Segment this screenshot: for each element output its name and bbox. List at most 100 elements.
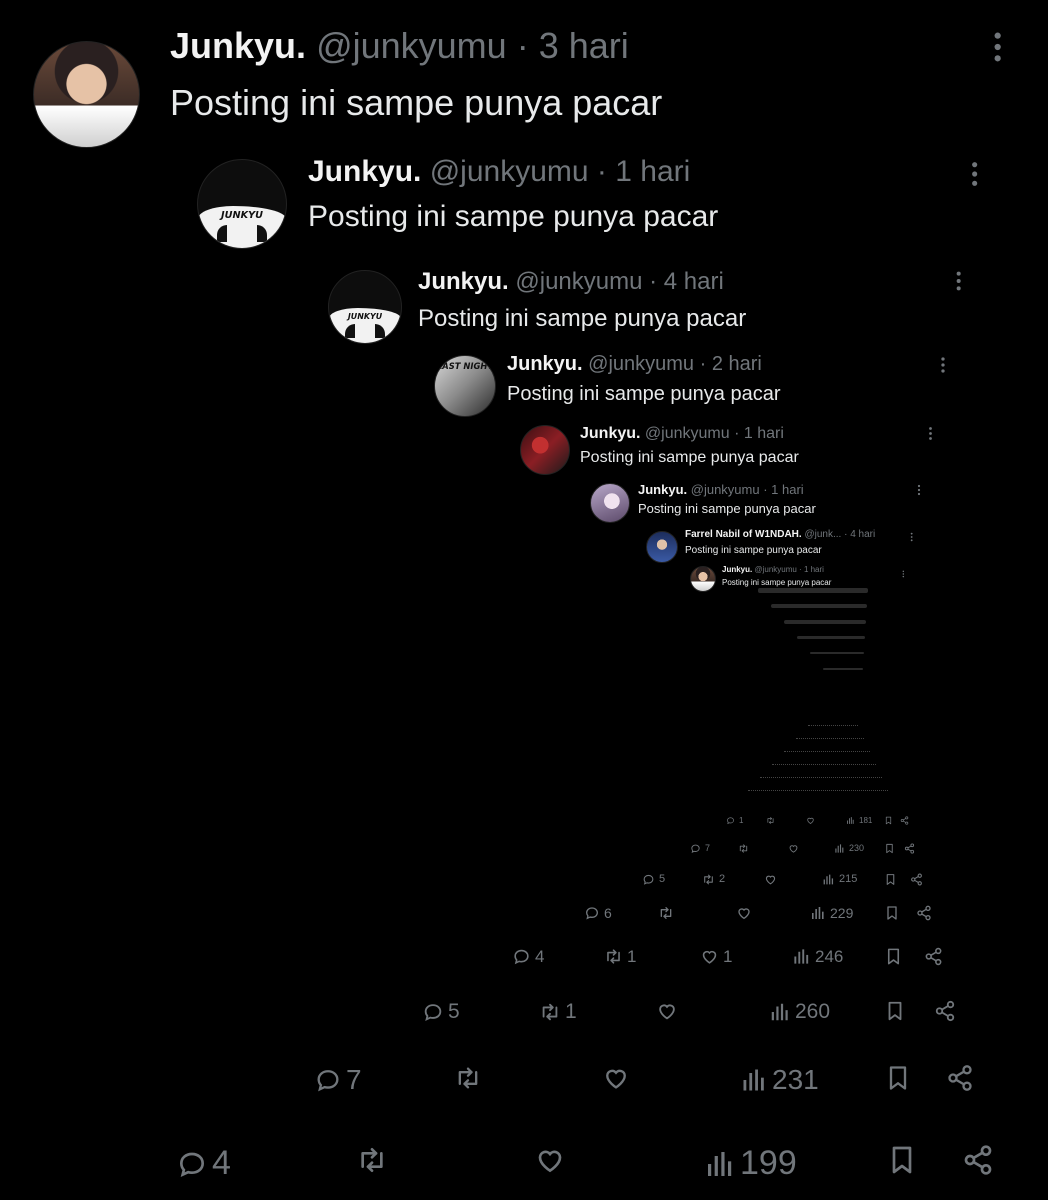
- author-name[interactable]: Junkyu.: [418, 268, 509, 295]
- share-button[interactable]: [920, 947, 943, 966]
- like-button[interactable]: [732, 905, 756, 921]
- more-icon[interactable]: [970, 160, 979, 188]
- share-button[interactable]: [930, 1000, 956, 1022]
- more-icon[interactable]: [955, 270, 962, 292]
- views-button[interactable]: 231: [736, 1064, 819, 1096]
- avatar[interactable]: [590, 483, 630, 523]
- views-button[interactable]: 215: [818, 873, 857, 886]
- post-time[interactable]: 1 hari: [804, 565, 824, 574]
- avatar[interactable]: LAST NIGHT: [434, 355, 496, 417]
- bookmark-button[interactable]: [880, 843, 895, 854]
- repost-button[interactable]: 1: [535, 1000, 577, 1024]
- bookmark-button[interactable]: [882, 1144, 918, 1176]
- author-handle[interactable]: @junkyumu: [316, 25, 507, 66]
- repost-button[interactable]: [734, 843, 753, 854]
- share-icon: [916, 905, 932, 921]
- more-icon[interactable]: [917, 483, 921, 496]
- repost-button[interactable]: [654, 905, 678, 921]
- author-name[interactable]: Junkyu.: [580, 425, 640, 442]
- more-icon[interactable]: [992, 30, 1003, 64]
- like-button[interactable]: [760, 873, 781, 886]
- repost-button[interactable]: [762, 816, 779, 825]
- more-icon[interactable]: [910, 529, 913, 542]
- reply-button[interactable]: 4: [508, 947, 544, 967]
- views-button[interactable]: 230: [830, 843, 864, 854]
- post-time[interactable]: 2 hari: [712, 353, 762, 375]
- post-header: Junkyu. @junkyumu · 3 hari: [170, 25, 629, 67]
- avatar[interactable]: [33, 41, 140, 148]
- share-button[interactable]: [958, 1144, 994, 1176]
- repost-button[interactable]: [352, 1144, 392, 1176]
- like-count: 1: [723, 946, 733, 966]
- share-icon: [946, 1064, 974, 1092]
- views-button[interactable]: 246: [788, 947, 843, 967]
- repost-button[interactable]: [450, 1064, 486, 1092]
- share-button[interactable]: [912, 905, 932, 921]
- more-icon[interactable]: [902, 565, 905, 578]
- author-handle[interactable]: @junkyumu: [588, 353, 694, 375]
- views-button[interactable]: 199: [700, 1144, 797, 1183]
- like-button[interactable]: 1: [696, 947, 732, 967]
- separator-dot: ·: [506, 25, 539, 66]
- avatar-jersey: JUNKYU: [198, 205, 286, 248]
- avatar[interactable]: [520, 425, 570, 475]
- avatar[interactable]: [690, 566, 716, 592]
- repost-icon: [766, 816, 775, 825]
- post-text: Posting ini sampe punya pacar: [507, 383, 781, 405]
- author-name[interactable]: Farrel Nabil of W1NDAH.: [685, 529, 802, 540]
- reply-count: 5: [448, 1000, 460, 1023]
- reply-button[interactable]: 7: [310, 1064, 362, 1096]
- views-button[interactable]: 260: [765, 1000, 830, 1024]
- reply-button[interactable]: 5: [638, 873, 665, 886]
- author-handle[interactable]: @junkyumu: [645, 425, 730, 442]
- like-button[interactable]: [598, 1064, 634, 1092]
- like-button[interactable]: [802, 816, 819, 825]
- post-time[interactable]: 1 hari: [615, 155, 690, 188]
- bookmark-button[interactable]: [880, 816, 893, 825]
- bookmark-button[interactable]: [880, 873, 897, 886]
- post-time[interactable]: 1 hari: [744, 425, 784, 442]
- author-name[interactable]: Junkyu.: [507, 353, 583, 375]
- author-handle[interactable]: @junkyumu: [754, 565, 796, 574]
- post-time[interactable]: 4 hari: [664, 268, 724, 295]
- author-handle[interactable]: @junkyumu: [691, 482, 760, 497]
- author-handle[interactable]: @junkyumu: [430, 155, 589, 188]
- bookmark-icon: [886, 1144, 918, 1176]
- avatar[interactable]: [646, 531, 678, 563]
- author-handle[interactable]: @junk...: [804, 529, 841, 540]
- bookmark-button[interactable]: [880, 947, 903, 966]
- views-icon: [740, 1066, 768, 1094]
- more-icon[interactable]: [928, 426, 933, 441]
- more-icon[interactable]: [940, 356, 946, 374]
- bookmark-button[interactable]: [880, 1064, 912, 1092]
- reply-button[interactable]: 1: [722, 816, 743, 825]
- avatar[interactable]: JUNKYU: [328, 270, 402, 344]
- reply-button[interactable]: 4: [172, 1144, 231, 1183]
- author-name[interactable]: Junkyu.: [170, 25, 306, 66]
- reply-button[interactable]: 7: [686, 843, 710, 854]
- share-button[interactable]: [896, 815, 909, 825]
- author-name[interactable]: Junkyu.: [722, 565, 752, 574]
- repost-button[interactable]: 2: [698, 873, 725, 886]
- reply-button[interactable]: 6: [580, 905, 612, 921]
- post-time[interactable]: 1 hari: [771, 482, 804, 497]
- bookmark-button[interactable]: [880, 905, 900, 921]
- views-button[interactable]: 181: [842, 816, 872, 825]
- author-handle[interactable]: @junkyumu: [515, 268, 642, 295]
- reply-button[interactable]: 5: [418, 1000, 460, 1024]
- like-button[interactable]: [784, 843, 803, 854]
- post-time[interactable]: 3 hari: [539, 25, 629, 66]
- author-name[interactable]: Junkyu.: [638, 482, 687, 497]
- share-button[interactable]: [906, 873, 923, 886]
- views-count: 215: [839, 873, 858, 885]
- post-time[interactable]: 4 hari: [850, 529, 875, 540]
- author-name[interactable]: Junkyu.: [308, 155, 421, 188]
- views-button[interactable]: 229: [806, 905, 853, 921]
- like-button[interactable]: [652, 1000, 682, 1022]
- bookmark-button[interactable]: [880, 1000, 906, 1022]
- share-button[interactable]: [900, 842, 915, 854]
- avatar[interactable]: JUNKYU: [197, 159, 287, 249]
- share-button[interactable]: [942, 1064, 974, 1092]
- like-button[interactable]: [530, 1144, 570, 1176]
- repost-button[interactable]: 1: [600, 947, 636, 967]
